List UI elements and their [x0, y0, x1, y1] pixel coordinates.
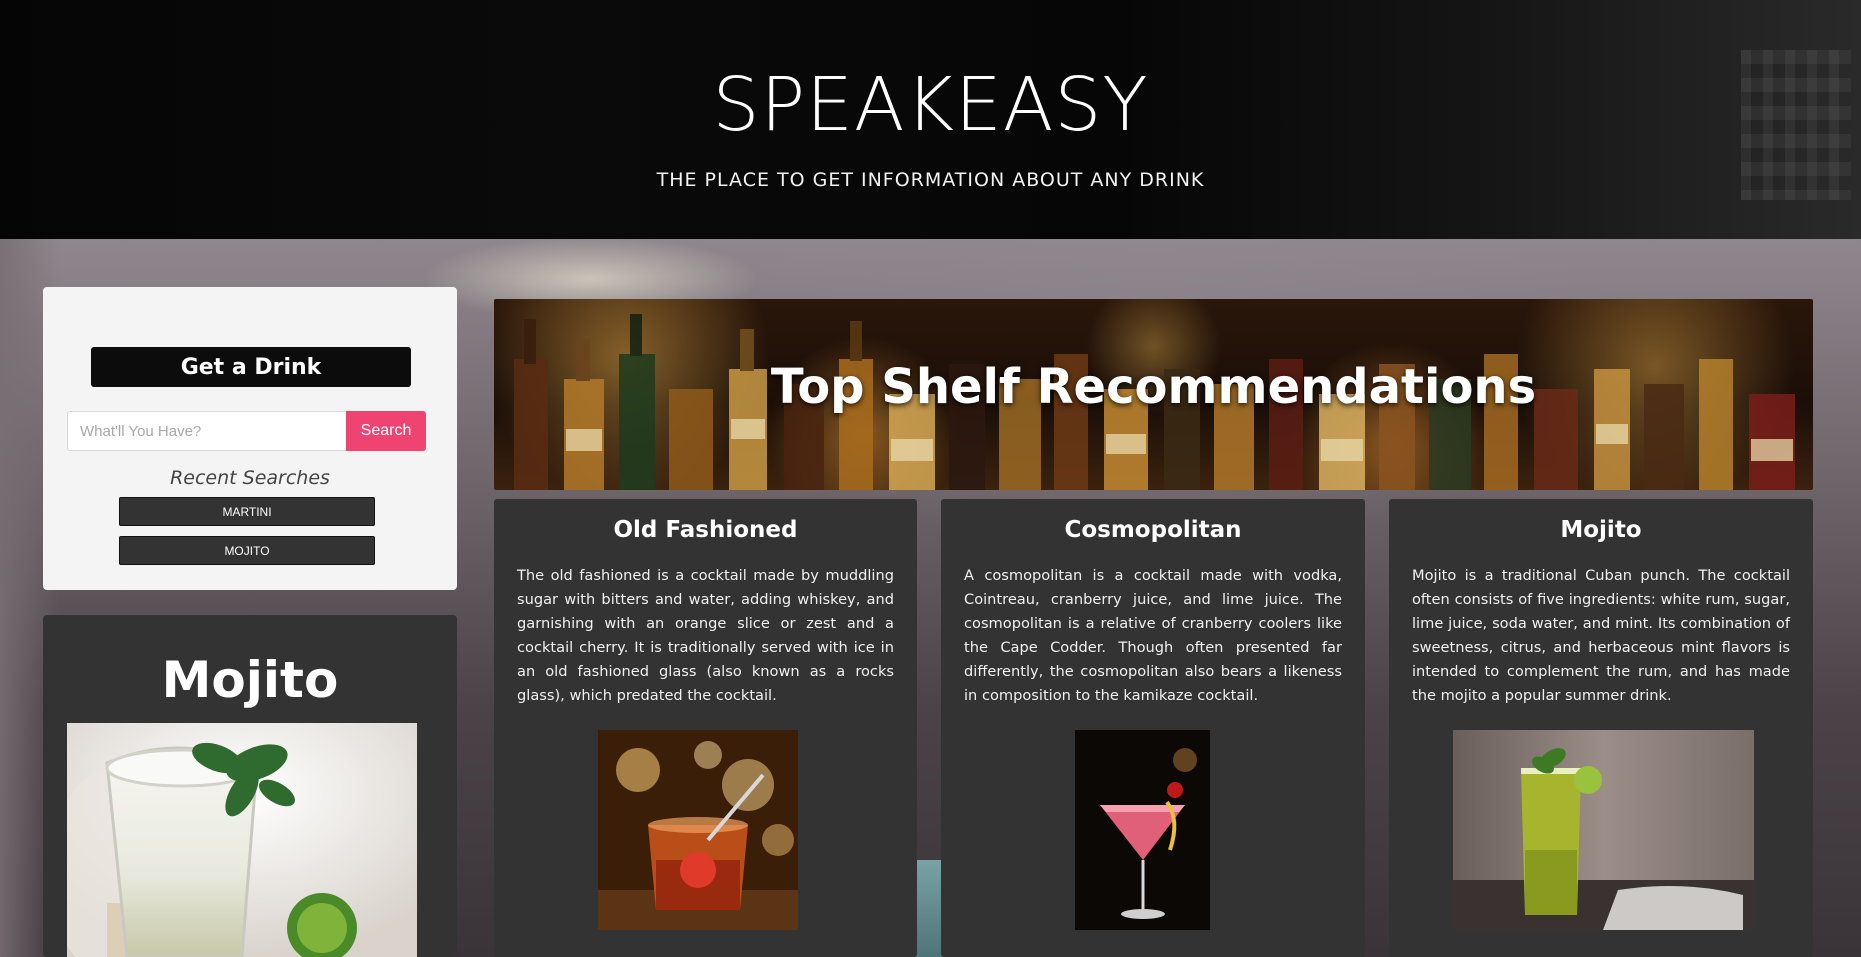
drink-card-cosmopolitan: Cosmopolitan A cosmopolitan is a cocktai… [941, 499, 1365, 957]
top-shelf-banner: Top Shelf Recommendations [494, 299, 1813, 490]
search-panel: Get a Drink Search Recent Searches MARTI… [43, 287, 457, 590]
drink-card-title: Cosmopolitan [1064, 517, 1242, 543]
site-header: SPEAKEASY THE PLACE TO GET INFORMATION A… [0, 0, 1861, 239]
recent-search-item[interactable]: MOJITO [119, 536, 375, 565]
mojito-photo [1453, 730, 1754, 930]
drink-card-description: The old fashioned is a cocktail made by … [517, 567, 894, 704]
site-subtitle: THE PLACE TO GET INFORMATION ABOUT ANY D… [656, 169, 1205, 191]
featured-drink-title: Mojito [161, 651, 339, 709]
drink-card-description: A cosmopolitan is a cocktail made with v… [964, 567, 1342, 704]
site-title: SPEAKEASY [712, 62, 1149, 148]
get-drink-button[interactable]: Get a Drink [91, 347, 411, 387]
search-button[interactable]: Search [346, 411, 426, 451]
featured-drink-card: Mojito [43, 615, 457, 957]
drink-card-old-fashioned: Old Fashioned The old fashioned is a coc… [494, 499, 917, 957]
mojito-glass-photo [67, 723, 417, 957]
cosmopolitan-photo [1075, 730, 1210, 930]
old-fashioned-photo [598, 730, 798, 930]
recent-searches-title: Recent Searches [170, 467, 330, 489]
drink-card-description: Mojito is a traditional Cuban punch. The… [1412, 567, 1790, 704]
drink-card-title: Old Fashioned [613, 517, 798, 543]
banner-title: Top Shelf Recommendations [770, 359, 1537, 415]
recent-search-item[interactable]: MARTINI [119, 497, 375, 526]
drink-card-mojito: Mojito Mojito is a traditional Cuban pun… [1389, 499, 1813, 957]
drink-card-title: Mojito [1560, 517, 1642, 543]
search-input[interactable] [67, 411, 346, 451]
